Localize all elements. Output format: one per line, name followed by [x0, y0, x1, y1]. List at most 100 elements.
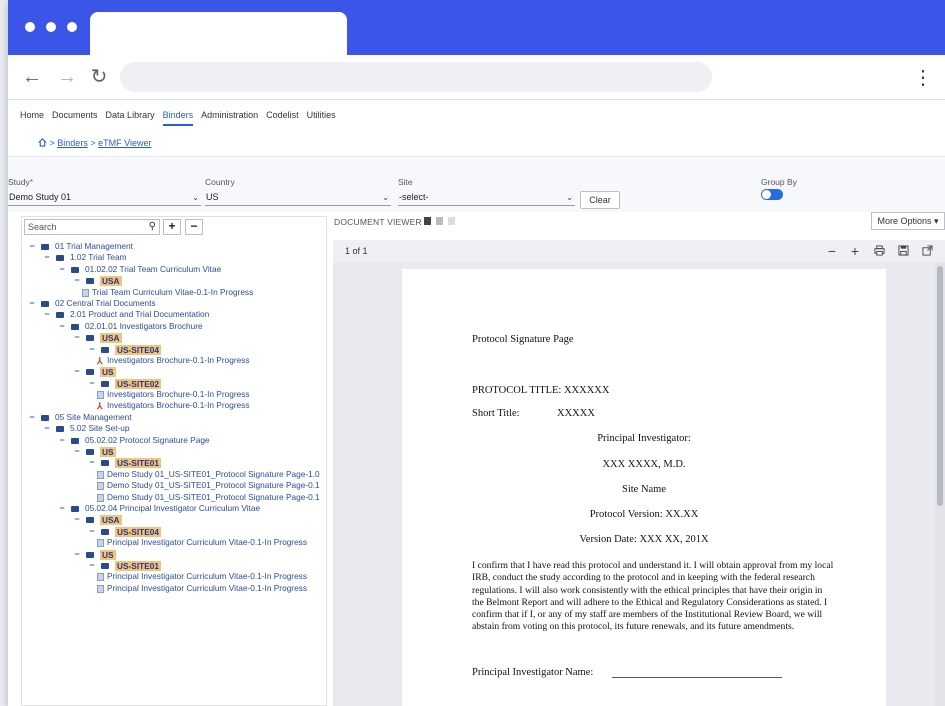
tree-node-label[interactable]: 01.02.02 Trial Team Curriculum Vitae — [85, 264, 221, 275]
menu-item-utilities[interactable]: Utilities — [307, 110, 336, 126]
tree-folder-node[interactable]: − 01 Trial Management — [22, 241, 318, 252]
collapse-toggle-icon[interactable]: − — [88, 457, 96, 468]
tree-search-input[interactable]: Search ⚲ — [24, 219, 160, 235]
collapse-toggle-icon[interactable]: − — [88, 526, 96, 537]
tree-node-label[interactable]: 02 Central Trial Documents — [55, 298, 156, 309]
open-external-icon[interactable] — [919, 242, 935, 260]
tree-document-label[interactable]: Trial Team Curriculum Vitae-0.1-In Progr… — [92, 287, 253, 298]
tree-document-label[interactable]: Demo Study 01_US-SITE01_Protocol Signatu… — [107, 492, 320, 503]
site-select[interactable]: -select- ⌄ — [398, 190, 575, 206]
tree-node-label[interactable]: 05.02.04 Principal Investigator Curricul… — [85, 503, 260, 514]
tree-document-item[interactable]: Principal Investigator Curriculum Vitae-… — [22, 571, 318, 582]
tree-document-item[interactable]: Investigators Brochure-0.1-In Progress — [22, 389, 318, 400]
collapse-toggle-icon[interactable]: − — [88, 344, 96, 355]
tree-node-label[interactable]: US — [100, 367, 116, 378]
two-page-view-icon[interactable] — [436, 217, 443, 225]
collapse-toggle-icon[interactable]: − — [28, 241, 36, 252]
tree-node-label[interactable]: 1.02 Trial Team — [70, 252, 127, 263]
collapse-toggle-icon[interactable]: − — [28, 298, 36, 309]
zoom-in-icon[interactable]: + — [847, 242, 863, 260]
tree-document-item[interactable]: Demo Study 01_US-SITE01_Protocol Signatu… — [22, 492, 320, 503]
tree-document-item[interactable]: Demo Study 01_US-SITE01_Protocol Signatu… — [22, 480, 320, 491]
menu-item-documents[interactable]: Documents — [52, 110, 98, 126]
tree-document-label[interactable]: Principal Investigator Curriculum Vitae-… — [107, 571, 307, 582]
tree-document-label[interactable]: Demo Study 01_US-SITE01_Protocol Signatu… — [107, 469, 320, 480]
collapse-toggle-icon[interactable]: − — [73, 332, 81, 343]
collapse-toggle-icon[interactable]: − — [43, 309, 51, 320]
forward-arrow-icon[interactable]: → — [55, 65, 79, 89]
collapse-toggle-icon[interactable]: − — [43, 423, 51, 434]
tree-document-item[interactable]: Trial Team Curriculum Vitae-0.1-In Progr… — [22, 287, 318, 298]
tree-node-label[interactable]: US — [100, 549, 116, 560]
tree-country-node[interactable]: − USA — [22, 332, 318, 344]
tree-node-label[interactable]: USA — [100, 333, 122, 344]
window-maximize-dot[interactable] — [67, 22, 77, 32]
collapse-toggle-icon[interactable]: − — [58, 321, 66, 332]
tree-country-node[interactable]: − US-SITE01 — [22, 457, 318, 469]
tree-node-label[interactable]: 02.01.01 Investigators Brochure — [85, 321, 203, 332]
tree-node-label[interactable]: US-SITE01 — [115, 560, 161, 571]
reload-icon[interactable]: ↻ — [87, 65, 111, 89]
collapse-toggle-icon[interactable]: − — [28, 412, 36, 423]
home-icon[interactable] — [38, 138, 47, 147]
tree-country-node[interactable]: − US-SITE04 — [22, 526, 318, 537]
tree-country-node[interactable]: − US — [22, 549, 318, 560]
clear-button[interactable]: Clear — [580, 191, 620, 209]
tree-node-label[interactable]: 01 Trial Management — [55, 241, 133, 252]
collapse-all-button[interactable]: − — [185, 219, 203, 235]
tree-country-node[interactable]: − US — [22, 446, 318, 458]
zoom-out-icon[interactable]: − — [824, 242, 840, 260]
tree-folder-node[interactable]: − 02 Central Trial Documents — [22, 298, 318, 309]
collapse-toggle-icon[interactable]: − — [88, 378, 96, 389]
group-by-toggle[interactable] — [761, 189, 783, 200]
tree-folder-node[interactable]: − 05 Site Management — [22, 412, 318, 423]
collapse-toggle-icon[interactable]: − — [88, 560, 96, 571]
back-arrow-icon[interactable]: ← — [20, 65, 44, 89]
menu-item-home[interactable]: Home — [20, 110, 44, 126]
tree-node-label[interactable]: US-SITE04 — [115, 526, 161, 537]
tree-folder-node[interactable]: − 05.02.02 Protocol Signature Page — [22, 435, 318, 446]
tree-document-item[interactable]: ⅄ Investigators Brochure-0.1-In Progress — [22, 400, 318, 411]
menu-item-data-library[interactable]: Data Library — [106, 110, 155, 126]
tree-node-label[interactable]: USA — [100, 515, 122, 526]
collapse-toggle-icon[interactable]: − — [73, 275, 81, 286]
tree-folder-node[interactable]: − 1.02 Trial Team — [22, 252, 318, 263]
address-bar[interactable] — [120, 62, 712, 92]
browser-menu-icon[interactable]: ⋮ — [913, 65, 933, 90]
tree-document-label[interactable]: Demo Study 01_US-SITE01_Protocol Signatu… — [107, 480, 320, 491]
search-icon[interactable]: ⚲ — [149, 220, 156, 234]
breadcrumb-current-link[interactable]: eTMF Viewer — [98, 138, 151, 148]
tree-country-node[interactable]: − USA — [22, 514, 318, 526]
tree-folder-node[interactable]: − 01.02.02 Trial Team Curriculum Vitae — [22, 264, 318, 275]
viewer-scrollbar-thumb[interactable] — [937, 266, 943, 506]
collapse-toggle-icon[interactable]: − — [58, 264, 66, 275]
tree-document-item[interactable]: Principal Investigator Curriculum Vitae-… — [22, 537, 318, 548]
viewer-scrollbar[interactable] — [935, 262, 945, 706]
window-close-dot[interactable] — [25, 22, 35, 32]
tree-country-node[interactable]: − USA — [22, 275, 318, 287]
menu-item-administration[interactable]: Administration — [201, 110, 258, 126]
tree-document-label[interactable]: Investigators Brochure-0.1-In Progress — [107, 400, 250, 411]
tree-country-node[interactable]: − US — [22, 366, 318, 378]
breadcrumb-binders-link[interactable]: Binders — [57, 138, 88, 148]
menu-item-codelist[interactable]: Codelist — [266, 110, 299, 126]
tree-country-node[interactable]: − US-SITE04 — [22, 344, 318, 355]
tree-folder-node[interactable]: − 05.02.04 Principal Investigator Curricu… — [22, 503, 318, 514]
print-icon[interactable] — [871, 242, 887, 260]
tree-document-item[interactable]: Principal Investigator Curriculum Vitae-… — [22, 583, 318, 594]
browser-tab[interactable] — [90, 12, 347, 55]
more-options-button[interactable]: More Options ▾ — [871, 212, 945, 230]
tree-folder-node[interactable]: − 5.02 Site Set-up — [22, 423, 318, 434]
expand-all-button[interactable]: + — [163, 219, 181, 235]
tree-node-label[interactable]: 05 Site Management — [55, 412, 132, 423]
tree-document-label[interactable]: Principal Investigator Curriculum Vitae-… — [107, 537, 307, 548]
study-select[interactable]: Demo Study 01 ⌄ — [8, 190, 201, 206]
tree-node-label[interactable]: US-SITE01 — [115, 458, 161, 469]
tree-folder-node[interactable]: − 2.01 Product and Trial Documentation — [22, 309, 318, 320]
grid-view-icon[interactable] — [448, 217, 455, 225]
collapse-toggle-icon[interactable]: − — [43, 252, 51, 263]
tree-document-label[interactable]: Principal Investigator Curriculum Vitae-… — [107, 583, 307, 594]
tree-node-label[interactable]: US — [100, 447, 116, 458]
tree-node-label[interactable]: 2.01 Product and Trial Documentation — [70, 309, 209, 320]
collapse-toggle-icon[interactable]: − — [58, 435, 66, 446]
